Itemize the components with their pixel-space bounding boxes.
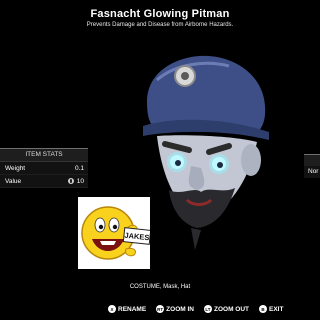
hint-label: ZOOM OUT [213, 305, 250, 313]
item-stats-title: ITEM STATS [0, 148, 88, 162]
stat-label: Weight [5, 164, 26, 172]
stat-row-weight: Weight 0.1 [0, 162, 88, 175]
laughing-emoji-image: JAKES [78, 197, 150, 269]
control-hints: X RENAME RT ZOOM IN LT ZOOM OUT B EXIT [108, 305, 283, 313]
hint-label: RENAME [118, 305, 147, 313]
hint-label: ZOOM IN [166, 305, 194, 313]
exit-hint[interactable]: B EXIT [259, 305, 283, 313]
stat-row-value: Value 10 [0, 175, 88, 188]
caps-icon [67, 178, 74, 184]
zoom-out-hint[interactable]: LT ZOOM OUT [203, 305, 250, 313]
item-title: Fasnacht Glowing Pitman [90, 8, 230, 20]
compare-panel: Nor [304, 154, 320, 178]
item-header: Fasnacht Glowing Pitman Prevents Damage … [0, 4, 320, 28]
beard [169, 188, 235, 228]
item-categories: COSTUME, Mask, Hat [129, 284, 191, 290]
x-button-icon: X [108, 305, 116, 313]
stat-value: 10 [76, 177, 84, 185]
rt-button-icon: RT [156, 305, 165, 313]
compare-panel-header [304, 154, 320, 166]
rename-hint[interactable]: X RENAME [108, 305, 146, 313]
stat-label: Value [5, 177, 22, 185]
zoom-in-hint[interactable]: RT ZOOM IN [156, 305, 194, 313]
item-description: Prevents Damage and Disease from Airborn… [86, 22, 234, 28]
hint-label: EXIT [269, 305, 284, 313]
item-stats-panel: ITEM STATS Weight 0.1 Value 10 [0, 148, 88, 188]
b-button-icon: B [259, 305, 268, 313]
compare-panel-row: Nor [304, 166, 320, 178]
stat-value: 0.1 [74, 164, 84, 172]
lt-button-icon: LT [203, 305, 212, 313]
